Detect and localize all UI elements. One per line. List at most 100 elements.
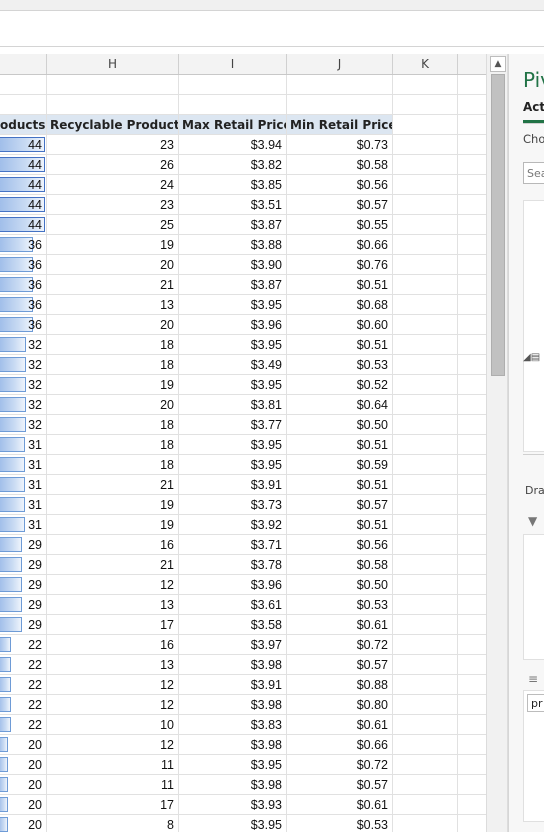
cell[interactable] xyxy=(393,735,458,755)
table-cell-g[interactable]: 29 xyxy=(0,615,47,635)
table-cell-h[interactable]: 16 xyxy=(47,535,179,555)
table-cell-j[interactable]: $0.61 xyxy=(287,715,393,735)
table-cell-h[interactable]: 17 xyxy=(47,615,179,635)
filters-area[interactable] xyxy=(523,534,544,660)
column-header-j[interactable]: J xyxy=(287,54,393,74)
table-cell-h[interactable]: 18 xyxy=(47,415,179,435)
cell[interactable] xyxy=(393,315,458,335)
cell[interactable] xyxy=(393,175,458,195)
cell[interactable] xyxy=(458,775,486,795)
cell[interactable] xyxy=(458,175,486,195)
table-cell-h[interactable]: 23 xyxy=(47,195,179,215)
table-cell-h[interactable]: 13 xyxy=(47,655,179,675)
cell[interactable] xyxy=(393,515,458,535)
table-cell-j[interactable]: $0.72 xyxy=(287,635,393,655)
cell[interactable] xyxy=(393,695,458,715)
table-cell-i[interactable]: $3.95 xyxy=(179,295,287,315)
column-header-g[interactable] xyxy=(0,54,47,74)
table-cell-i[interactable]: $3.97 xyxy=(179,635,287,655)
cell[interactable] xyxy=(393,755,458,775)
cell[interactable] xyxy=(458,735,486,755)
cell[interactable] xyxy=(458,215,486,235)
table-cell-i[interactable]: $3.91 xyxy=(179,475,287,495)
table-cell-i[interactable]: $3.49 xyxy=(179,355,287,375)
cell[interactable] xyxy=(458,155,486,175)
cell[interactable] xyxy=(458,755,486,775)
table-cell-h[interactable]: 20 xyxy=(47,255,179,275)
cell[interactable] xyxy=(458,415,486,435)
table-cell-j[interactable]: $0.50 xyxy=(287,575,393,595)
table-cell-i[interactable]: $3.98 xyxy=(179,655,287,675)
table-cell-i[interactable]: $3.96 xyxy=(179,315,287,335)
table-cell-h[interactable]: 12 xyxy=(47,695,179,715)
table-cell-h[interactable]: 13 xyxy=(47,595,179,615)
table-cell-i[interactable]: $3.95 xyxy=(179,455,287,475)
cell[interactable] xyxy=(47,75,179,95)
table-cell-h[interactable]: 18 xyxy=(47,435,179,455)
cell[interactable] xyxy=(458,235,486,255)
table-cell-i[interactable]: $3.98 xyxy=(179,695,287,715)
table-cell-j[interactable]: $0.57 xyxy=(287,495,393,515)
table-cell-j[interactable]: $0.51 xyxy=(287,515,393,535)
table-cell-j[interactable]: $0.64 xyxy=(287,395,393,415)
table-cell-j[interactable]: $0.57 xyxy=(287,775,393,795)
table-cell-h[interactable]: 20 xyxy=(47,395,179,415)
table-cell-g[interactable]: 20 xyxy=(0,755,47,775)
table-cell-g[interactable]: 20 xyxy=(0,815,47,832)
table-cell-j[interactable]: $0.53 xyxy=(287,595,393,615)
table-cell-g[interactable]: 44 xyxy=(0,195,47,215)
cell[interactable] xyxy=(393,815,458,832)
table-cell-j[interactable]: $0.52 xyxy=(287,375,393,395)
table-cell-g[interactable]: 22 xyxy=(0,695,47,715)
table-cell-h[interactable]: 17 xyxy=(47,795,179,815)
table-cell-g[interactable]: 31 xyxy=(0,495,47,515)
table-cell-j[interactable]: $0.60 xyxy=(287,315,393,335)
cell[interactable] xyxy=(393,675,458,695)
table-cell-g[interactable]: 22 xyxy=(0,715,47,735)
cell[interactable] xyxy=(393,495,458,515)
cell[interactable] xyxy=(458,475,486,495)
cell[interactable] xyxy=(458,335,486,355)
cell[interactable] xyxy=(458,815,486,832)
table-cell-i[interactable]: $3.61 xyxy=(179,595,287,615)
table-cell-i[interactable]: $3.58 xyxy=(179,615,287,635)
cell[interactable] xyxy=(458,635,486,655)
table-cell-j[interactable]: $0.56 xyxy=(287,535,393,555)
cell[interactable] xyxy=(393,275,458,295)
cell[interactable] xyxy=(393,135,458,155)
table-cell-h[interactable]: 18 xyxy=(47,355,179,375)
cell[interactable] xyxy=(458,515,486,535)
cell[interactable] xyxy=(458,795,486,815)
cell[interactable] xyxy=(458,275,486,295)
table-cell-i[interactable]: $3.90 xyxy=(179,255,287,275)
cell[interactable] xyxy=(393,195,458,215)
scroll-thumb[interactable] xyxy=(491,74,505,376)
table-cell-g[interactable]: 20 xyxy=(0,795,47,815)
table-cell-g[interactable]: 32 xyxy=(0,375,47,395)
cell[interactable] xyxy=(458,615,486,635)
cell[interactable] xyxy=(458,455,486,475)
table-cell-i[interactable]: $3.87 xyxy=(179,215,287,235)
table-cell-j[interactable]: $0.73 xyxy=(287,135,393,155)
table-cell-j[interactable]: $0.88 xyxy=(287,675,393,695)
cell[interactable] xyxy=(458,535,486,555)
cell[interactable] xyxy=(393,555,458,575)
table-cell-j[interactable]: $0.80 xyxy=(287,695,393,715)
table-cell-i[interactable]: $3.95 xyxy=(179,375,287,395)
cell[interactable] xyxy=(393,255,458,275)
header-cell-j[interactable]: Min Retail Price xyxy=(287,115,393,135)
cell[interactable] xyxy=(393,395,458,415)
table-cell-g[interactable]: 44 xyxy=(0,155,47,175)
cell[interactable] xyxy=(393,75,458,95)
table-cell-g[interactable]: 36 xyxy=(0,255,47,275)
table-cell-h[interactable]: 18 xyxy=(47,335,179,355)
table-cell-g[interactable]: 29 xyxy=(0,575,47,595)
worksheet-grid[interactable]: H I J K oducts Recyclable Products Max Ret… xyxy=(0,54,486,832)
header-cell-h[interactable]: Recyclable Products xyxy=(47,115,179,135)
cell[interactable] xyxy=(458,75,486,95)
table-cell-h[interactable]: 19 xyxy=(47,375,179,395)
cell[interactable] xyxy=(393,475,458,495)
cell[interactable] xyxy=(393,655,458,675)
column-header-h[interactable]: H xyxy=(47,54,179,74)
cell[interactable] xyxy=(393,775,458,795)
